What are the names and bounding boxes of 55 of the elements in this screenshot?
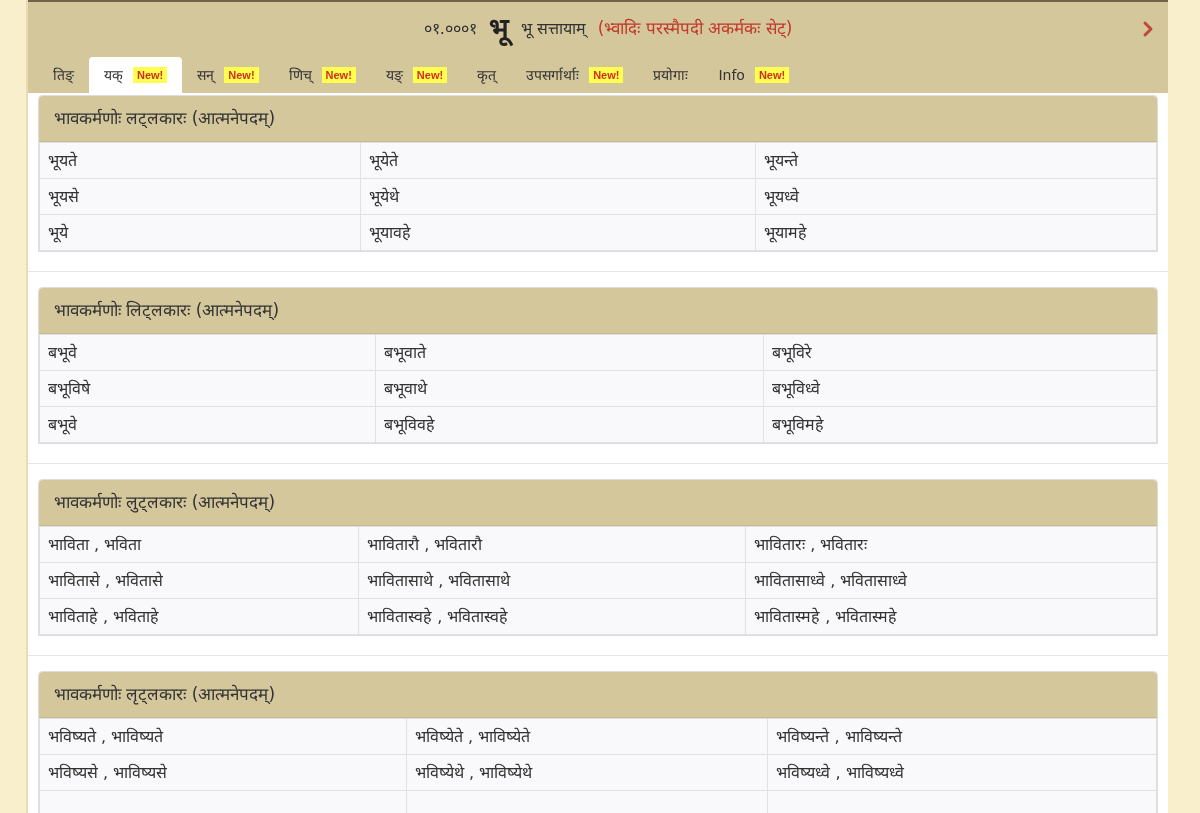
table-cell: भूयते	[39, 142, 361, 179]
table-cell: बभूवाते	[375, 334, 764, 371]
new-badge: New!	[754, 67, 790, 83]
tab[interactable]: यक् New!	[89, 57, 183, 93]
root-details: (भ्वादिः परस्मैपदी अकर्मकः सेट्)	[597, 16, 793, 40]
table-cell: भावितारः , भवितारः	[745, 526, 1157, 563]
table-cell: भावितासाथे , भवितासाथे	[358, 562, 746, 599]
table-cell: भविष्यन्ते , भाविष्यन्ते	[768, 718, 1157, 755]
table-cell: भविष्येते , भाविष्येते	[406, 718, 768, 755]
tab[interactable]: Info New!	[703, 57, 805, 93]
new-badge: New!	[321, 67, 356, 83]
tab[interactable]: णिच् New!	[273, 57, 371, 93]
table-cell: भाविता , भविता	[39, 526, 359, 563]
root-number: ०१.०००१	[423, 17, 477, 40]
table-cell: भूयावहे	[360, 214, 756, 251]
table-cell: बभूवाथे	[375, 370, 764, 407]
table-cell: बभूवे	[39, 406, 376, 443]
table-cell: भूयेते	[360, 142, 756, 179]
new-badge: New!	[412, 67, 448, 83]
table-cell: भविष्यध्वे , भाविष्यध्वे	[768, 754, 1157, 791]
tab[interactable]: सन् New!	[182, 57, 274, 93]
table-cell: भावितास्वहे , भवितास्वहे	[358, 598, 746, 635]
tab[interactable]: तिङ्	[38, 57, 89, 93]
panel-heading: भावकर्मणोः लृट्लकारः (आत्मनेपदम्)	[39, 672, 1157, 718]
table-cell: भावितासे , भवितासे	[39, 562, 359, 599]
tab[interactable]: कृत्	[462, 57, 512, 93]
panel-heading: भावकर्मणोः लिट्लकारः (आत्मनेपदम्)	[39, 288, 1157, 334]
table-cell: भूयन्ते	[755, 142, 1157, 179]
panel-heading: भावकर्मणोः लुट्लकारः (आत्मनेपदम्)	[39, 480, 1157, 526]
new-badge: New!	[224, 67, 259, 83]
table-cell: भविष्येथे , भाविष्येथे	[406, 754, 768, 791]
tab[interactable]: उपसर्गार्थाः New!	[511, 57, 639, 93]
table-cell: बभूविषे	[39, 370, 376, 407]
table-cell: भूयसे	[39, 178, 361, 215]
new-badge: New!	[589, 67, 624, 83]
table-cell: भावितारौ , भवितारौ	[358, 526, 746, 563]
table-cell: भावितास्महे , भवितास्महे	[745, 598, 1157, 635]
new-badge: New!	[133, 67, 168, 83]
table-cell: बभूविरे	[763, 334, 1157, 371]
table-cell: भूयेथे	[360, 178, 756, 215]
tab[interactable]: यङ् New!	[370, 57, 463, 93]
table-cell: भावितासाध्वे , भवितासाध्वे	[745, 562, 1157, 599]
table-cell: बभूविध्वे	[763, 370, 1157, 407]
tab[interactable]: प्रयोगाः	[638, 57, 704, 93]
table-cell: भविष्यते , भाविष्यते	[39, 718, 407, 755]
table-cell: बभूविवहे	[375, 406, 764, 443]
table-cell: भूयध्वे	[755, 178, 1157, 215]
table-cell: भूये	[39, 214, 361, 251]
table-cell: भविष्यसे , भाविष्यसे	[39, 754, 407, 791]
root-meaning: भू सत्तायाम्	[520, 17, 586, 41]
table-cell: भूयामहे	[755, 214, 1157, 251]
panel-heading: भावकर्मणोः लट्लकारः (आत्मनेपदम्)	[39, 96, 1157, 142]
table-cell: बभूविमहे	[763, 406, 1157, 443]
table-cell: बभूवे	[39, 334, 376, 371]
table-cell: भाविताहे , भविताहे	[39, 598, 359, 635]
